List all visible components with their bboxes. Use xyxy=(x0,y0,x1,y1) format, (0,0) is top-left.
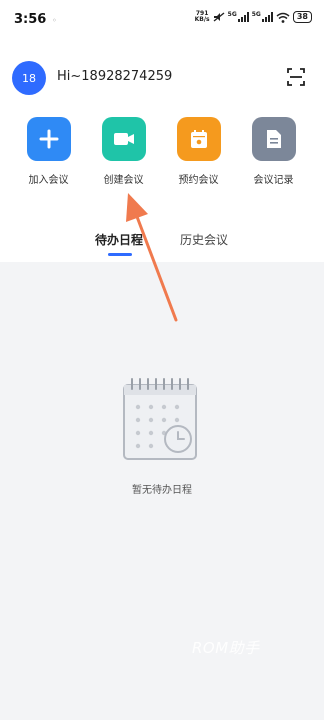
watermark: ROM助手 xyxy=(192,639,260,657)
document-icon xyxy=(266,130,281,148)
video-camera-icon xyxy=(113,133,134,145)
quick-actions: 加入会议 创建会议 预约会议 会议记录 xyxy=(0,117,324,186)
mute-icon xyxy=(213,12,225,22)
active-tab-indicator xyxy=(108,253,132,256)
calendar-icon xyxy=(190,130,207,148)
empty-calendar-icon xyxy=(123,378,197,460)
plus-icon xyxy=(39,129,58,149)
schedule-meeting-button[interactable]: 预约会议 xyxy=(161,117,236,186)
empty-state-text: 暂无待办日程 xyxy=(132,485,192,496)
signal2-icon xyxy=(261,12,273,22)
signal2-label: 5G xyxy=(251,11,261,18)
create-meeting-button[interactable]: 创建会议 xyxy=(86,117,161,186)
user-greeting: Hi~18928274259 xyxy=(57,69,173,84)
join-meeting-label: 加入会议 xyxy=(28,175,69,186)
meeting-records-label: 会议记录 xyxy=(253,175,294,186)
schedule-meeting-label: 预约会议 xyxy=(178,175,219,186)
create-meeting-label: 创建会议 xyxy=(103,175,144,186)
avatar[interactable]: 18 xyxy=(12,61,46,95)
schedule-tabs: 待办日程 历史会议 xyxy=(0,212,324,262)
header: 18 Hi~18928274259 加入会议 创建会议 预约会议 会议记录 xyxy=(0,40,324,212)
create-meeting-tile[interactable] xyxy=(101,117,146,161)
tab-meeting-history[interactable]: 历史会议 xyxy=(180,231,228,248)
meeting-records-button[interactable]: 会议记录 xyxy=(236,117,311,186)
network-speed: 791 KB/s xyxy=(195,11,210,23)
join-meeting-tile[interactable] xyxy=(26,117,71,161)
battery-icon: 38 xyxy=(292,11,312,23)
network-speed-unit: KB/s xyxy=(194,16,210,23)
notification-icon: ◦ xyxy=(52,16,57,25)
signal1-label: 5G xyxy=(227,11,237,18)
status-time: 3:56 xyxy=(14,12,47,27)
schedule-meeting-tile[interactable] xyxy=(176,117,221,161)
wifi-icon xyxy=(276,12,290,23)
status-bar: 3:56 ◦ 791 KB/s 5G 5G 38 xyxy=(0,0,324,40)
meeting-records-tile[interactable] xyxy=(251,117,296,161)
tab-todo-schedule[interactable]: 待办日程 xyxy=(95,231,143,248)
status-indicators: 791 KB/s 5G 5G 38 xyxy=(195,11,312,23)
scan-icon[interactable] xyxy=(287,68,305,86)
signal1-icon xyxy=(237,12,249,22)
join-meeting-button[interactable]: 加入会议 xyxy=(11,117,86,186)
